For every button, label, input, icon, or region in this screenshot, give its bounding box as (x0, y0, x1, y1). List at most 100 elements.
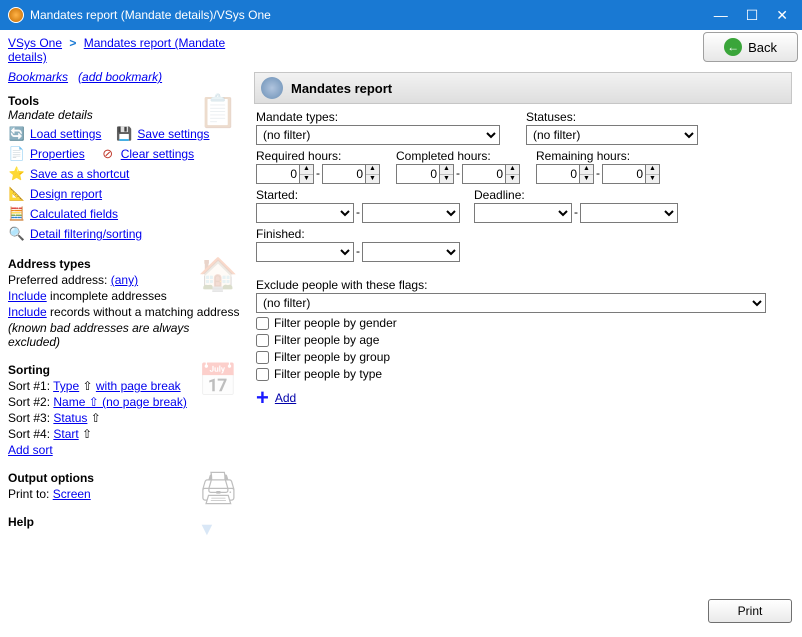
load-icon: 🔄 (8, 125, 26, 143)
sort4-label: Sort #4: (8, 427, 53, 441)
filter-group-checkbox[interactable] (256, 351, 269, 364)
include-nomatch-text: records without a matching address (47, 305, 240, 319)
statuses-select[interactable]: (no filter) (526, 125, 698, 145)
mandate-types-label: Mandate types: (256, 110, 500, 124)
sort2-label: Sort #2: (8, 395, 53, 409)
started-to[interactable] (362, 203, 460, 223)
include-incomplete-link[interactable]: Include (8, 289, 47, 303)
add-sort-link[interactable]: Add sort (8, 443, 53, 457)
include-incomplete-text: incomplete addresses (47, 289, 167, 303)
deadline-label: Deadline: (474, 188, 678, 202)
sort4-start[interactable]: Start (53, 427, 78, 441)
add-link[interactable]: Add (275, 391, 296, 405)
dash: - (354, 244, 362, 261)
deadline-to[interactable] (580, 203, 678, 223)
sort1-type[interactable]: Type (53, 379, 79, 393)
sort2-break[interactable]: ⇧ (no page break) (85, 395, 186, 409)
filter-type-checkbox[interactable] (256, 368, 269, 381)
app-icon (8, 7, 24, 23)
finished-label: Finished: (256, 227, 460, 241)
save-settings-link[interactable]: Save settings (137, 127, 209, 141)
sort1-break[interactable]: with page break (96, 379, 181, 393)
dash: - (454, 166, 462, 183)
filter-gender-label: Filter people by gender (274, 316, 397, 330)
remaining-from[interactable] (536, 164, 580, 184)
tools-heading: Tools (8, 94, 242, 108)
finished-from[interactable] (256, 242, 354, 262)
bookmarks-link[interactable]: Bookmarks (8, 70, 68, 84)
design-report-link[interactable]: Design report (30, 187, 102, 201)
required-label: Required hours: (256, 149, 380, 163)
design-icon: 📐 (8, 185, 26, 203)
mandates-icon (261, 77, 283, 99)
help-heading: Help (8, 515, 242, 529)
filter-gender-checkbox[interactable] (256, 317, 269, 330)
back-button[interactable]: ← Back (703, 32, 798, 62)
load-settings-link[interactable]: Load settings (30, 127, 101, 141)
breadcrumb: VSys One > Mandates report (Mandate deta… (8, 36, 242, 64)
close-button[interactable]: ✕ (776, 8, 788, 22)
sort1-label: Sort #1: (8, 379, 53, 393)
pref-address-value[interactable]: (any) (111, 273, 138, 287)
sort3-label: Sort #3: (8, 411, 53, 425)
started-label: Started: (256, 188, 460, 202)
breadcrumb-root[interactable]: VSys One (8, 36, 62, 50)
dash: - (572, 205, 580, 222)
titlebar: Mandates report (Mandate details)/VSys O… (0, 0, 802, 30)
properties-icon: 📄 (8, 145, 26, 163)
minimize-button[interactable]: — (714, 8, 728, 22)
include-nomatch-link[interactable]: Include (8, 305, 47, 319)
panel-title-bar: Mandates report (254, 72, 792, 104)
main-panel: ← Back Mandates report Mandate types: (n… (250, 30, 802, 637)
panel-title: Mandates report (291, 81, 392, 96)
spinner[interactable]: ▲▼ (366, 164, 380, 184)
filter-age-checkbox[interactable] (256, 334, 269, 347)
pref-address-label: Preferred address: (8, 273, 107, 287)
statuses-label: Statuses: (526, 110, 698, 124)
clear-settings-link[interactable]: Clear settings (121, 147, 194, 161)
back-label: Back (748, 40, 777, 55)
calc-icon: 🧮 (8, 205, 26, 223)
exclude-label: Exclude people with these flags: (256, 278, 790, 292)
spinner[interactable]: ▲▼ (440, 164, 454, 184)
completed-label: Completed hours: (396, 149, 520, 163)
sort2-name[interactable]: Name (53, 395, 85, 409)
mandate-types-select[interactable]: (no filter) (256, 125, 500, 145)
addr-note: (known bad addresses are always excluded… (8, 321, 242, 349)
filter-type-label: Filter people by type (274, 367, 382, 381)
sort4-dir: ⇧ (79, 427, 92, 441)
filter-group-label: Filter people by group (274, 350, 390, 364)
dash: - (354, 205, 362, 222)
remaining-to[interactable] (602, 164, 646, 184)
breadcrumb-sep: > (69, 36, 76, 50)
deadline-from[interactable] (474, 203, 572, 223)
spinner[interactable]: ▲▼ (646, 164, 660, 184)
shortcut-icon: ⭐ (8, 165, 26, 183)
detail-filtering-link[interactable]: Detail filtering/sorting (30, 227, 142, 241)
address-heading: Address types (8, 257, 242, 271)
finished-to[interactable] (362, 242, 460, 262)
add-bookmark-link[interactable]: (add bookmark) (78, 70, 162, 84)
sort3-status[interactable]: Status (53, 411, 87, 425)
calculated-fields-link[interactable]: Calculated fields (30, 207, 118, 221)
printto-value[interactable]: Screen (53, 487, 91, 501)
required-from[interactable] (256, 164, 300, 184)
completed-from[interactable] (396, 164, 440, 184)
print-button[interactable]: Print (708, 599, 792, 623)
properties-link[interactable]: Properties (30, 147, 85, 161)
clear-icon: ⊘ (99, 145, 117, 163)
output-heading: Output options (8, 471, 242, 485)
sorting-heading: Sorting (8, 363, 242, 377)
maximize-button[interactable]: ☐ (746, 8, 759, 22)
save-shortcut-link[interactable]: Save as a shortcut (30, 167, 129, 181)
started-from[interactable] (256, 203, 354, 223)
save-icon: 💾 (115, 125, 133, 143)
filter-icon: 🔍 (8, 225, 26, 243)
tools-subheading: Mandate details (8, 108, 242, 122)
required-to[interactable] (322, 164, 366, 184)
spinner[interactable]: ▲▼ (300, 164, 314, 184)
exclude-flags-select[interactable]: (no filter) (256, 293, 766, 313)
spinner[interactable]: ▲▼ (580, 164, 594, 184)
spinner[interactable]: ▲▼ (506, 164, 520, 184)
completed-to[interactable] (462, 164, 506, 184)
